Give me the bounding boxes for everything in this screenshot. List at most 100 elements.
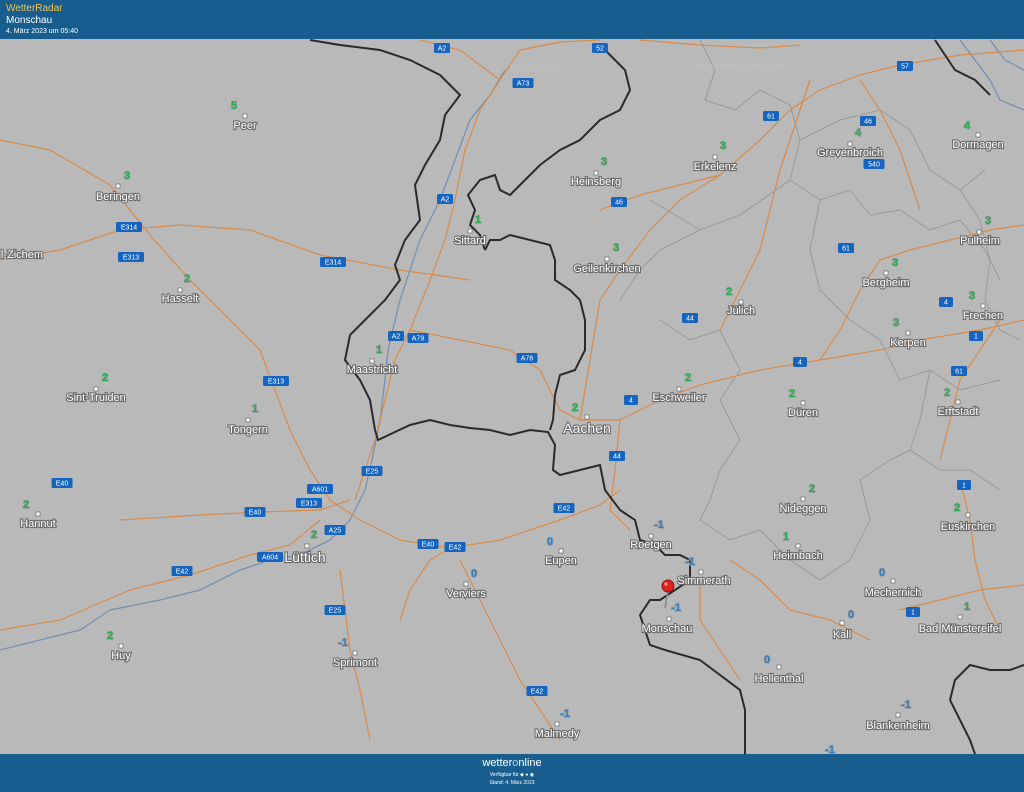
temperature-erftstadt: 2 <box>944 387 950 399</box>
temperature-erkelenz: 3 <box>720 140 726 152</box>
city-name-roetgen[interactable]: Roetgen <box>629 538 673 552</box>
road-shield: 540 <box>863 159 885 169</box>
temperature-kerpen: 3 <box>893 317 899 329</box>
city-name-kerpen[interactable]: Kerpen <box>889 336 927 350</box>
city-marker-simmerath <box>698 569 704 575</box>
road-shield-label: E40 <box>56 481 69 488</box>
city-name-bergheim[interactable]: Bergheim <box>861 276 910 290</box>
road-shield-label: 44 <box>686 316 694 323</box>
city-name-hasselt[interactable]: Hasselt <box>161 292 200 306</box>
temperature-grevenbroich: 4 <box>855 127 862 139</box>
map-canvas[interactable]: A2A7352576146540A2E314E313E314466144A2 A7… <box>0 39 1024 754</box>
city-name-roermond[interactable]: Roermond <box>509 63 560 75</box>
city-name-dormagen[interactable]: Dormagen <box>951 138 1005 152</box>
temperature-heinsberg: 3 <box>601 156 607 168</box>
city-name-sprimont[interactable]: Sprimont <box>332 656 378 670</box>
city-name-grevenbroich[interactable]: Grevenbroich <box>816 146 884 160</box>
city-name-huy[interactable]: Huy <box>110 649 132 663</box>
road-shield-label: A79 <box>412 336 425 343</box>
road-shield-label: 4 <box>798 360 802 367</box>
temperature-beringen: 3 <box>124 170 130 182</box>
temperature-blankenheim: -1 <box>901 699 911 711</box>
road-shield: E314 <box>116 222 142 232</box>
city-name-jülich[interactable]: Jülich <box>726 304 756 318</box>
city-marker-heimbach <box>795 543 801 549</box>
city-name-simmerath[interactable]: Simmerath <box>676 574 731 588</box>
city-marker-blankenheim <box>895 712 901 718</box>
city-name-blankenheim[interactable]: Blankenheim <box>865 719 931 733</box>
road-shield: A25 <box>324 525 346 535</box>
road-shield-label: A604 <box>262 555 278 562</box>
city-name-monschau[interactable]: Monschau <box>641 622 694 636</box>
city-name-geilenkirchen[interactable]: Geilenkirchen <box>572 262 641 276</box>
city-marker-sittard <box>467 228 473 234</box>
road-shield: E313 <box>118 252 144 262</box>
road-shield: A604 <box>257 552 283 562</box>
city-marker-maastricht <box>369 358 375 364</box>
temperature-bad-münstereifel: 1 <box>964 601 970 613</box>
city-name-heimbach[interactable]: Heimbach <box>772 549 824 563</box>
road-shield-label: E314 <box>121 225 137 232</box>
temperature-edge: -1 <box>825 744 835 754</box>
road-shield: 44 <box>682 313 698 323</box>
city-name-bad-münstereifel[interactable]: Bad Münstereifel <box>918 622 1003 636</box>
city-name-l-zichem[interactable]: l-Zichem <box>0 248 44 262</box>
brand-title: WetterRadar <box>6 3 63 14</box>
city-marker-huy <box>118 643 124 649</box>
temperature-euskirchen: 2 <box>954 502 960 514</box>
temperature-verviers: 0 <box>471 568 477 580</box>
availability-text: Verfügbar für ◆ ● ◉ <box>489 772 535 778</box>
city-name-erkelenz[interactable]: Erkelenz <box>693 160 738 174</box>
temperature-sprimont: -1 <box>338 637 348 649</box>
road-shield-label: A2 <box>438 46 447 53</box>
city-marker-sint-truiden <box>93 386 99 392</box>
road-shield-label: E313 <box>123 255 139 262</box>
road-shield-label: E313 <box>268 379 284 386</box>
city-name-malmedy[interactable]: Malmedy <box>534 727 581 741</box>
wetteronline-logo[interactable]: wetteronline <box>0 757 1024 769</box>
city-name-maastricht[interactable]: Maastricht <box>346 363 399 377</box>
city-marker-eschweiler <box>676 386 682 392</box>
temperature-aachen: 2 <box>572 402 578 414</box>
city-name-beringen[interactable]: Beringen <box>95 190 141 204</box>
road-shield: E314 <box>320 257 346 267</box>
road-shield-label: A25 <box>329 528 342 535</box>
road-shield-label: 1 <box>911 610 915 617</box>
top-bar: WetterRadar Monschau 4. März 2023 um 05:… <box>0 0 1024 39</box>
city-marker-peer <box>242 113 248 119</box>
temperature-hellenthal: 0 <box>764 654 770 666</box>
city-name-mechernich[interactable]: Mechernich <box>863 586 922 600</box>
city-name-eschweiler[interactable]: Eschweiler <box>651 391 707 405</box>
city-marker-monschau <box>666 616 672 622</box>
road-shield: 57 <box>897 61 913 71</box>
city-marker-malmedy <box>554 721 560 727</box>
city-name-eupen[interactable]: Eupen <box>544 554 578 568</box>
city-marker-beringen <box>115 183 121 189</box>
city-name-verviers[interactable]: Verviers <box>445 587 487 601</box>
city-name-lüttich[interactable]: Lüttich <box>283 548 326 566</box>
city-name-mönchengladbach[interactable]: Mönchengladbach <box>695 61 785 73</box>
city-name-hannut[interactable]: Hannut <box>19 517 57 531</box>
road-shield-label: 52 <box>596 46 604 53</box>
temperature-roetgen: -1 <box>654 519 664 531</box>
city-name-peer[interactable]: Peer <box>232 119 258 133</box>
city-name-sittard[interactable]: Sittard <box>453 234 487 248</box>
temperature-simmerath: -1 <box>685 556 695 568</box>
city-name-pulheim[interactable]: Pulheim <box>959 234 1001 248</box>
road-shield-label: A76 <box>521 356 534 363</box>
city-name-erftstadt[interactable]: Erftstadt <box>936 405 979 419</box>
city-name-tongern[interactable]: Tongern <box>227 423 269 437</box>
city-name-frechen[interactable]: Frechen <box>962 309 1005 323</box>
city-name-nideggen[interactable]: Nideggen <box>778 502 827 516</box>
city-name-sint-truiden[interactable]: Sint-Truiden <box>65 391 127 405</box>
city-name-düren[interactable]: Düren <box>787 406 819 420</box>
city-name-hellenthal[interactable]: Hellenthal <box>753 672 804 686</box>
road-shield: 52 <box>592 43 608 53</box>
city-marker-hasselt <box>177 287 183 293</box>
city-marker-verviers <box>463 581 469 587</box>
city-name-heinsberg[interactable]: Heinsberg <box>570 175 622 189</box>
temperature-eupen: 0 <box>547 536 553 548</box>
city-name-kall[interactable]: Kall <box>832 628 853 642</box>
city-name-aachen[interactable]: Aachen <box>562 419 612 437</box>
city-name-euskirchen[interactable]: Euskirchen <box>940 520 997 534</box>
